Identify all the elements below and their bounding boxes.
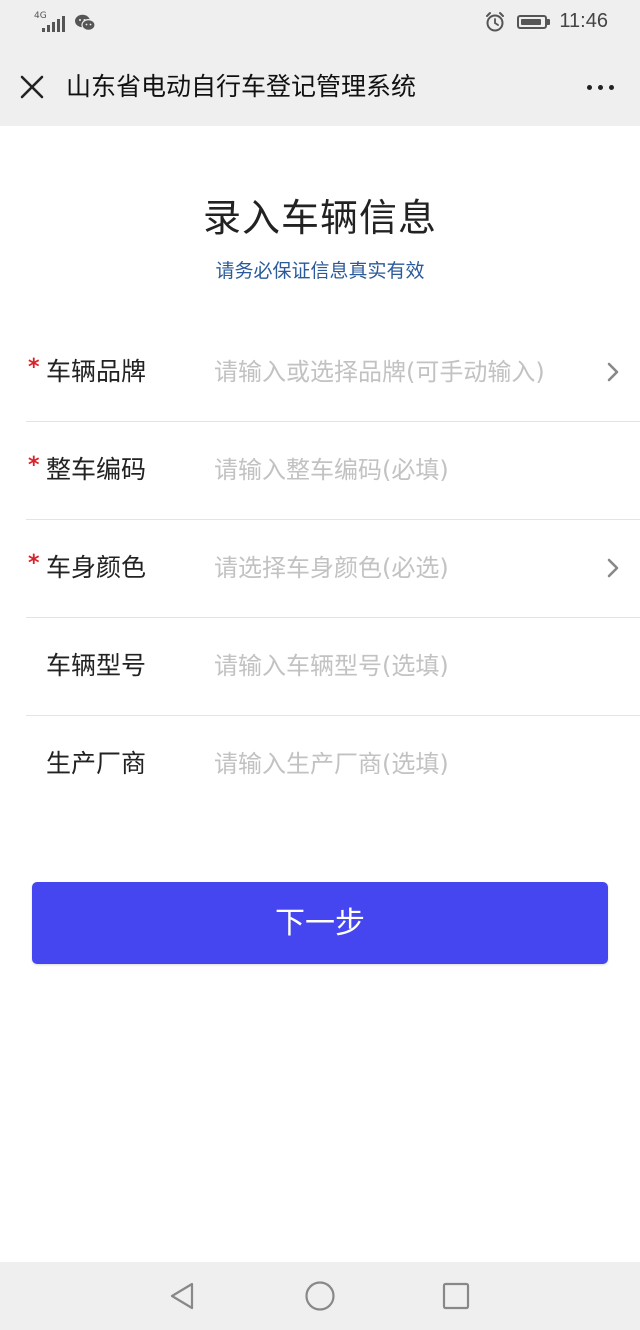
frame-code-label: 整车编码	[46, 455, 147, 484]
signal-icon	[42, 16, 65, 32]
more-button[interactable]	[582, 70, 618, 104]
form-row-color: * 车身颜色	[26, 520, 640, 618]
clock: 11:46	[559, 10, 608, 32]
recents-square-icon	[442, 1282, 470, 1310]
next-step-button[interactable]: 下一步	[32, 882, 608, 964]
home-circle-icon	[305, 1281, 335, 1311]
manufacturer-input[interactable]	[214, 744, 614, 784]
vehicle-info-form: * 车辆品牌 * 整车编码 * 车身颜色 车辆型号 生产厂商	[0, 324, 640, 813]
wechat-icon	[75, 14, 96, 32]
status-bar: 4G 11:46	[0, 0, 640, 48]
form-row-brand: * 车辆品牌	[26, 324, 640, 422]
system-nav-bar	[0, 1262, 640, 1330]
back-triangle-icon	[170, 1282, 194, 1310]
chevron-right-icon[interactable]	[606, 556, 620, 580]
required-mark: *	[28, 355, 40, 380]
model-label: 车辆型号	[46, 651, 147, 680]
close-icon	[20, 75, 44, 99]
color-select[interactable]	[214, 548, 614, 588]
form-row-manufacturer: 生产厂商	[26, 716, 640, 813]
chevron-right-icon[interactable]	[606, 360, 620, 384]
battery-icon	[517, 14, 551, 29]
more-icon-dot	[586, 84, 592, 90]
status-left: 4G	[34, 12, 96, 34]
brand-input[interactable]	[214, 352, 614, 392]
app-title: 山东省电动自行车登记管理系统	[66, 72, 417, 101]
form-row-frame-code: * 整车编码	[26, 422, 640, 520]
more-icon-dot	[597, 84, 603, 90]
brand-label: 车辆品牌	[46, 357, 147, 386]
page-title: 录入车辆信息	[202, 196, 437, 240]
alarm-icon	[486, 11, 505, 31]
manufacturer-label: 生产厂商	[46, 749, 147, 778]
color-label: 车身颜色	[46, 553, 147, 582]
model-input[interactable]	[214, 646, 614, 686]
status-right: 11:46	[485, 10, 608, 33]
signal-indicator: 4G	[34, 12, 66, 34]
required-mark: *	[28, 551, 40, 576]
more-icon-dot	[608, 84, 614, 90]
frame-code-input[interactable]	[214, 450, 614, 490]
nav-home-button[interactable]	[304, 1280, 336, 1312]
title-bar: 山东省电动自行车登记管理系统	[0, 48, 640, 126]
form-row-model: 车辆型号	[26, 618, 640, 716]
required-mark: *	[28, 453, 40, 478]
nav-recents-button[interactable]	[440, 1280, 472, 1312]
nav-back-button[interactable]	[166, 1280, 198, 1312]
page-subtitle: 请务必保证信息真实有效	[215, 260, 425, 282]
close-button[interactable]	[12, 67, 52, 107]
